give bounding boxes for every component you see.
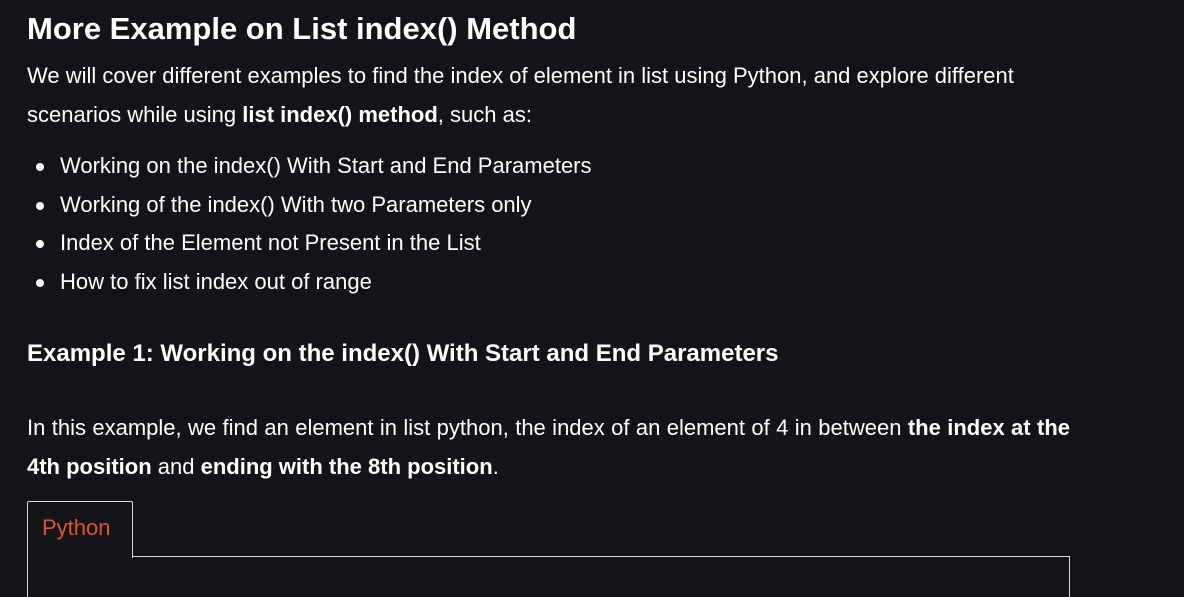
tab-python[interactable]: Python xyxy=(27,501,133,558)
intro-bold-text: list index() method xyxy=(242,102,438,127)
example-heading: Example 1: Working on the index() With S… xyxy=(27,340,779,367)
desc-bold-end: ending with the 8th position xyxy=(200,454,493,479)
list-item-text: Index of the Element not Present in the … xyxy=(60,230,481,255)
bullet-icon xyxy=(36,163,44,171)
list-item: Index of the Element not Present in the … xyxy=(27,224,592,263)
list-item: Working of the index() With two Paramete… xyxy=(27,186,592,225)
tab-python-label: Python xyxy=(42,515,111,540)
section-heading: More Example on List index() Method xyxy=(27,11,577,46)
list-item-text: Working on the index() With Start and En… xyxy=(60,153,592,178)
scenario-list: Working on the index() With Start and En… xyxy=(27,147,592,301)
bullet-icon xyxy=(36,201,44,210)
desc-text-and: and xyxy=(151,454,201,479)
bullet-icon xyxy=(36,278,44,287)
intro-paragraph: We will cover different examples to find… xyxy=(27,56,1070,134)
example-description: In this example, we find an element in l… xyxy=(27,408,1070,486)
bullet-icon xyxy=(36,240,44,248)
code-block xyxy=(27,556,1070,597)
intro-text-end: , such as: xyxy=(437,102,532,127)
desc-text-period: . xyxy=(492,454,499,479)
list-item: How to fix list index out of range xyxy=(27,263,592,302)
list-item-text: How to fix list index out of range xyxy=(60,268,372,294)
list-item: Working on the index() With Start and En… xyxy=(27,147,592,186)
list-item-text: Working of the index() With two Paramete… xyxy=(60,191,532,217)
desc-text: In this example, we find an element in l… xyxy=(27,415,908,440)
